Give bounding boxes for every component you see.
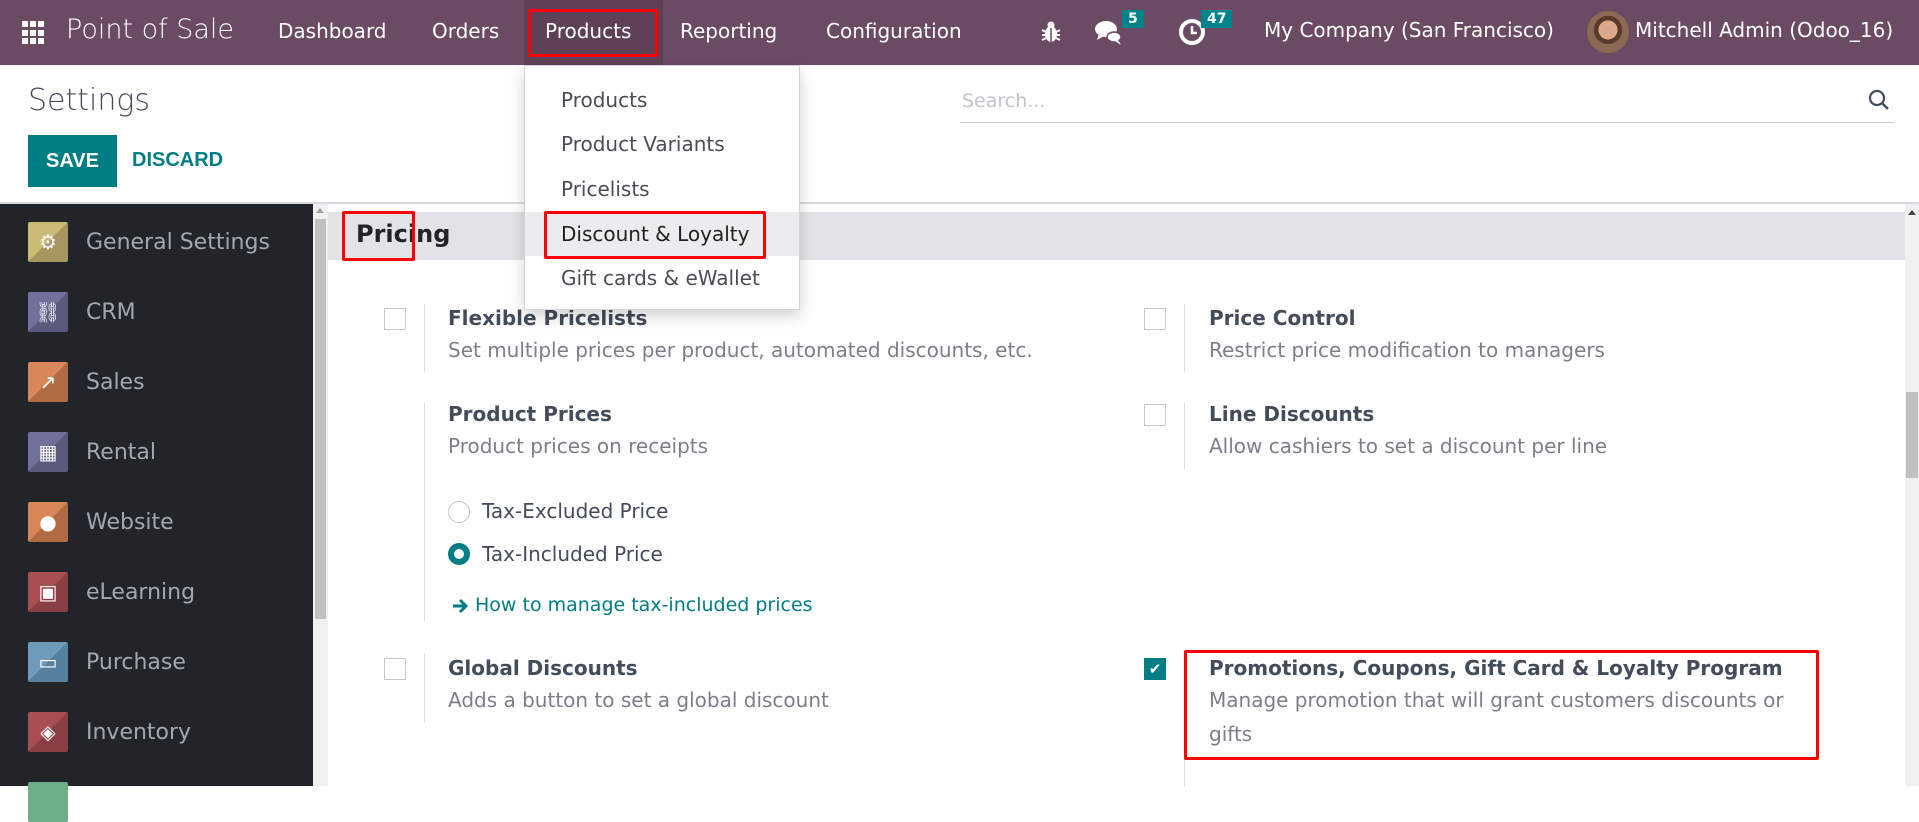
sidebar-scrollbar[interactable] <box>313 204 328 786</box>
sidebar-item-label: Purchase <box>86 649 186 675</box>
sidebar-item-sales[interactable]: ↗ Sales <box>28 362 145 402</box>
tax-included-prices-link[interactable]: How to manage tax-included prices <box>475 594 813 616</box>
sidebar-item-elearning[interactable]: ▣ eLearning <box>28 572 195 612</box>
sidebar-item-partial[interactable] <box>28 782 68 822</box>
credit-card-icon: ▭ <box>28 642 68 682</box>
setting-title: Product Prices <box>448 402 612 426</box>
tax-included-radio[interactable] <box>448 543 470 565</box>
highlight-products-menu <box>528 9 658 57</box>
user-avatar[interactable] <box>1587 11 1629 53</box>
messages-badge: 5 <box>1122 10 1144 28</box>
divider <box>424 402 425 622</box>
main-scrollbar[interactable] <box>1905 204 1919 786</box>
chat-icon[interactable] <box>1094 18 1124 46</box>
user-menu[interactable]: Mitchell Admin (Odoo_16) <box>1635 18 1893 42</box>
box-icon: ◈ <box>28 712 68 752</box>
radio-label[interactable]: Tax-Excluded Price <box>482 499 668 523</box>
setting-description: Adds a button to set a global discount <box>448 688 829 712</box>
arrow-right-icon <box>453 598 469 614</box>
global-discounts-checkbox[interactable] <box>384 658 406 680</box>
setting-title: Line Discounts <box>1209 402 1375 426</box>
search-icon[interactable] <box>1868 89 1890 111</box>
sidebar-scroll-thumb[interactable] <box>315 219 326 619</box>
sidebar-item-inventory[interactable]: ◈ Inventory <box>28 712 191 752</box>
gear-icon: ⚙ <box>28 222 68 262</box>
dropdown-item-products[interactable]: Products <box>525 78 799 122</box>
sidebar-item-label: CRM <box>86 299 136 325</box>
setting-description: Product prices on receipts <box>448 434 709 458</box>
tax-excluded-radio[interactable] <box>448 501 470 523</box>
divider <box>424 654 425 722</box>
globe-icon: ● <box>28 502 68 542</box>
menu-orders[interactable]: Orders <box>432 19 499 43</box>
dropdown-item-pricelists[interactable]: Pricelists <box>525 167 799 211</box>
dropdown-item-gift-cards[interactable]: Gift cards & eWallet <box>525 256 799 300</box>
chart-up-icon: ↗ <box>28 362 68 402</box>
sidebar-item-rental[interactable]: ▦ Rental <box>28 432 156 472</box>
line-discounts-checkbox[interactable] <box>1144 404 1166 426</box>
main-scroll-thumb[interactable] <box>1906 392 1918 478</box>
apps-grid-icon[interactable] <box>22 21 46 45</box>
page-title: Settings <box>28 83 151 118</box>
sidebar-item-website[interactable]: ● Website <box>28 502 174 542</box>
control-panel: Settings SAVE DISCARD <box>0 65 1919 204</box>
app-icon <box>28 782 68 822</box>
divider <box>1184 304 1185 372</box>
presentation-icon: ▣ <box>28 572 68 612</box>
price-control-checkbox[interactable] <box>1144 308 1166 330</box>
highlight-promotions <box>1184 650 1819 760</box>
divider <box>424 304 425 372</box>
sidebar-item-general-settings[interactable]: ⚙ General Settings <box>28 222 270 262</box>
dropdown-item-product-variants[interactable]: Product Variants <box>525 122 799 166</box>
sidebar-item-label: Rental <box>86 439 156 465</box>
company-switcher[interactable]: My Company (San Francisco) <box>1264 18 1554 42</box>
radio-label[interactable]: Tax-Included Price <box>482 542 663 566</box>
promotions-checkbox[interactable]: ✔ <box>1144 658 1166 680</box>
activities-badge: 47 <box>1201 10 1233 28</box>
handshake-icon: ⛓ <box>28 292 68 332</box>
discard-button[interactable]: DISCARD <box>132 149 223 172</box>
search-bar <box>960 83 1894 123</box>
calendar-icon: ▦ <box>28 432 68 472</box>
setting-title: Price Control <box>1209 306 1356 330</box>
app-brand[interactable]: Point of Sale <box>66 14 234 45</box>
sidebar-item-label: Inventory <box>86 719 192 745</box>
search-input[interactable] <box>960 83 1840 119</box>
highlight-discount-loyalty <box>544 211 766 259</box>
sidebar-item-purchase[interactable]: ▭ Purchase <box>28 642 186 682</box>
sidebar-item-label: Website <box>86 509 174 535</box>
setting-description: Allow cashiers to set a discount per lin… <box>1209 434 1608 458</box>
sidebar-item-crm[interactable]: ⛓ CRM <box>28 292 136 332</box>
highlight-pricing <box>342 211 415 261</box>
flexible-pricelists-checkbox[interactable] <box>384 308 406 330</box>
divider <box>1184 402 1185 470</box>
settings-sidebar: ⚙ General Settings ⛓ CRM ↗ Sales ▦ Renta… <box>0 204 313 822</box>
scroll-up-arrow-icon[interactable] <box>316 208 324 213</box>
products-dropdown-menu: Products Product Variants Pricelists Dis… <box>524 65 800 310</box>
top-navbar: Point of Sale Dashboard Orders Products … <box>0 0 1919 65</box>
setting-title: Global Discounts <box>448 656 638 680</box>
scroll-up-arrow-icon[interactable] <box>1908 210 1916 215</box>
setting-description: Set multiple prices per product, automat… <box>448 338 1033 362</box>
sidebar-item-label: Sales <box>86 369 145 395</box>
menu-reporting[interactable]: Reporting <box>680 19 777 43</box>
save-button[interactable]: SAVE <box>28 135 117 187</box>
sidebar-item-label: eLearning <box>86 579 196 605</box>
menu-dashboard[interactable]: Dashboard <box>278 19 387 43</box>
sidebar-item-label: General Settings <box>86 229 270 255</box>
menu-configuration[interactable]: Configuration <box>826 19 962 43</box>
setting-description: Restrict price modification to managers <box>1209 338 1605 362</box>
bug-icon[interactable] <box>1040 20 1062 44</box>
